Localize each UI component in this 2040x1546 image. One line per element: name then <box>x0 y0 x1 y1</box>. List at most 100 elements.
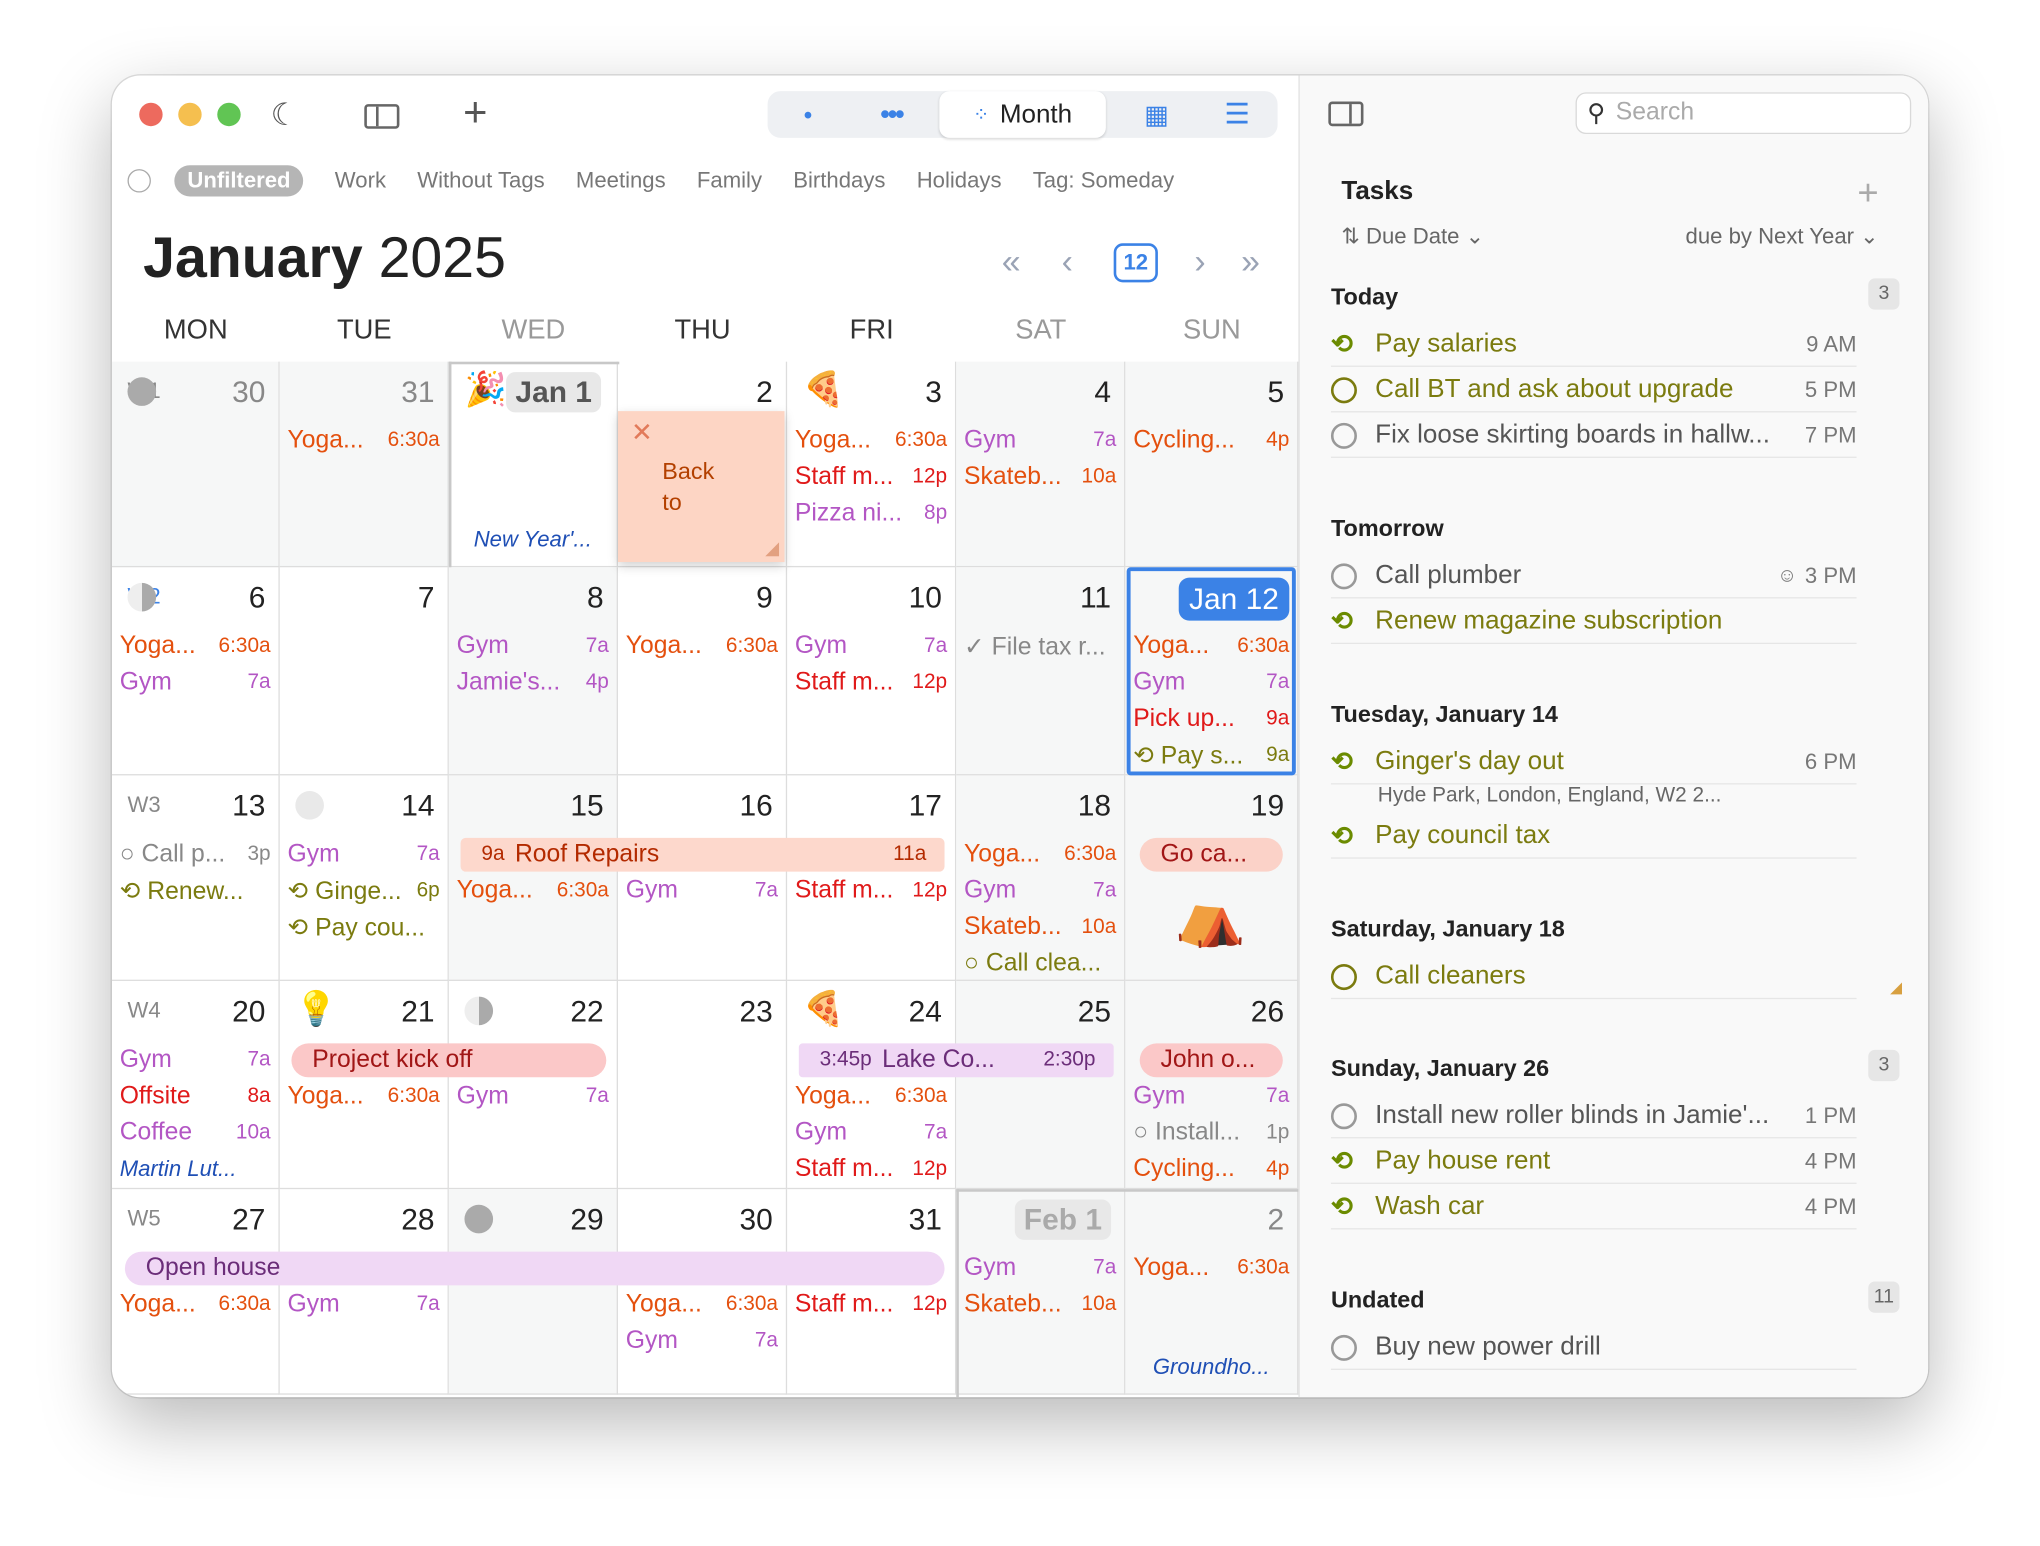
filter-meetings[interactable]: Meetings <box>576 168 666 194</box>
task-row[interactable]: ⟲ Renew magazine subscription <box>1330 600 1857 645</box>
calendar-event[interactable]: Pizza ni... 8p <box>795 497 947 531</box>
task-checkbox-icon[interactable] <box>1330 1334 1357 1361</box>
calendar-event[interactable]: Gym 7a <box>120 666 271 700</box>
day-cell[interactable]: 7 <box>279 567 449 776</box>
search-field[interactable]: ⚲ Search <box>1575 92 1912 135</box>
calendar-event[interactable]: Coffee 10a <box>120 1116 271 1150</box>
day-cell[interactable]: W4 20 Gym 7a Offsite 8a Coffee 10a Martin Lut... <box>111 980 280 1190</box>
task-checkbox-icon[interactable] <box>1330 1102 1357 1129</box>
calendar-event[interactable]: Martin Lut... <box>120 1153 271 1187</box>
recurring-task-icon[interactable]: ⟲ <box>1331 823 1357 849</box>
day-cell[interactable]: 18 Yoga... 6:30a Gym 7a Skateb... 10a ○ Call cl… <box>956 775 1126 981</box>
sticky-close-icon[interactable]: ✕ <box>631 416 653 449</box>
calendar-event[interactable]: Gym 7a <box>795 1116 947 1150</box>
event-roof-repairs[interactable]: 9a Roof Repairs 11a <box>460 837 945 872</box>
calendar-event[interactable]: ○ Call p... 3p <box>120 838 271 872</box>
day-cell[interactable]: 31 Staff m... 12p <box>787 1189 957 1395</box>
day-cell[interactable]: Feb 1 Gym 7a Skateb... 10a <box>956 1189 1126 1395</box>
day-cell[interactable]: W26Yoga...6:30aGym7a <box>111 567 280 776</box>
filter-tag-someday[interactable]: Tag: Someday <box>1033 168 1174 194</box>
day-cell[interactable]: 31 Yoga... 6:30a <box>279 361 449 568</box>
prev-year-button[interactable]: « <box>1002 242 1021 282</box>
range-menu[interactable]: due by Next Year ⌄ <box>1686 224 1879 250</box>
calendar-event[interactable]: ○ Call clea... <box>964 947 1116 980</box>
zoom-window-button[interactable] <box>217 102 241 127</box>
calendar-event[interactable]: Gym 7a <box>964 1252 1116 1286</box>
task-row[interactable]: Fix loose skirting boards in hallw... 7 P… <box>1330 414 1857 458</box>
task-row[interactable]: ⟲ Ginger's day out 6 PM <box>1330 740 1857 785</box>
day-cell[interactable]: 26 Gym 7a ○ Install... 1p Cycling... 4p <box>1125 980 1299 1190</box>
year-view-icon[interactable]: ▦ <box>1124 91 1189 138</box>
prev-month-button[interactable]: ‹ <box>1062 242 1073 282</box>
calendar-event[interactable]: Yoga... 6:30a <box>120 630 271 664</box>
calendar-event[interactable]: Yoga... 6:30a <box>1133 1252 1289 1286</box>
filter-holidays[interactable]: Holidays <box>917 168 1002 194</box>
calendar-event[interactable]: Gym 7a <box>795 630 947 664</box>
day-cell[interactable]: 8 Gym 7a Jamie's... 4p <box>448 567 618 776</box>
day-cell[interactable]: 22 Gym 7a <box>448 980 618 1190</box>
day-cell[interactable]: Jan 12 Yoga... 6:30a Gym 7a Pick up... 9a ⟲ Pay… <box>1125 567 1299 776</box>
day-cell[interactable]: W130 <box>111 361 280 568</box>
calendar-event[interactable]: ✓ File tax r... <box>964 630 1116 664</box>
day-cell[interactable]: 2 Yoga... 6:30a Groundho... <box>1125 1189 1299 1395</box>
day-cell[interactable]: 16 Gym 7a <box>617 775 788 981</box>
event-open-house[interactable]: Open house <box>124 1251 945 1286</box>
calendar-event[interactable]: Staff m... 12p <box>795 461 947 495</box>
close-window-button[interactable] <box>139 102 163 127</box>
filter-unfiltered[interactable]: Unfiltered <box>174 165 304 197</box>
task-row[interactable]: Buy new power drill <box>1330 1326 1857 1370</box>
calendar-event[interactable]: Groundho... <box>1133 1350 1289 1384</box>
calendar-event[interactable]: Gym 7a <box>964 874 1116 908</box>
calendar-event[interactable]: ⟲ Pay cou... <box>288 911 440 945</box>
moon-icon[interactable]: ☾ <box>271 98 299 133</box>
day-cell[interactable]: 14 Gym 7a ⟲ Ginge... 6p ⟲ Pay cou... <box>279 775 449 981</box>
task-row[interactable]: ⟲ Pay council tax <box>1330 814 1857 859</box>
event-lake-co[interactable]: 3:45p Lake Co... 2:30p <box>798 1043 1114 1078</box>
inspector-toggle-icon[interactable] <box>1328 101 1364 127</box>
filter-work[interactable]: Work <box>335 168 386 194</box>
calendar-event[interactable]: Pick up... 9a <box>1133 703 1289 737</box>
day-cell[interactable]: 🍕 24 Yoga... 6:30a Gym 7a Staff m... 12p <box>787 980 957 1190</box>
task-row[interactable]: Call BT and ask about upgrade 5 PM <box>1330 368 1857 413</box>
calendar-event[interactable]: Gym 7a <box>626 874 778 908</box>
day-cell[interactable]: 💡 21 Yoga... 6:30a <box>279 980 449 1190</box>
calendar-event[interactable]: Staff m... 12p <box>795 666 947 700</box>
task-row[interactable]: Call cleaners <box>1330 955 1857 1000</box>
week-view-icon[interactable]: ••• <box>859 91 924 138</box>
sticky-resize-icon[interactable]: ◢ <box>765 537 779 559</box>
list-view-icon[interactable]: ☰ <box>1205 91 1270 138</box>
minimize-window-button[interactable] <box>178 102 202 127</box>
calendar-event[interactable]: Yoga... 6:30a <box>964 838 1116 872</box>
task-row[interactable]: ⟲ Wash car 4 PM <box>1330 1185 1857 1230</box>
calendar-event[interactable]: Jamie's... 4p <box>457 666 609 700</box>
calendar-event[interactable]: Yoga... 6:30a <box>626 1288 778 1322</box>
next-year-button[interactable]: » <box>1241 242 1260 282</box>
day-cell[interactable]: 17 Staff m... 12p <box>787 775 957 981</box>
task-checkbox-icon[interactable] <box>1330 963 1357 990</box>
calendar-event[interactable]: Skateb... 10a <box>964 461 1116 495</box>
recurring-task-icon[interactable]: ⟲ <box>1331 331 1357 357</box>
day-cell[interactable]: 19 ⛺ <box>1125 775 1299 981</box>
day-cell[interactable]: 🍕 3 Yoga... 6:30a Staff m... 12p Pizza ni... 8p <box>787 361 957 568</box>
recurring-task-icon[interactable]: ⟲ <box>1331 1148 1357 1174</box>
calendar-event[interactable]: ⟲ Pay s... 9a <box>1133 739 1289 773</box>
filter-family[interactable]: Family <box>697 168 762 194</box>
day-cell[interactable]: 30 Yoga... 6:30a Gym 7a <box>617 1189 788 1395</box>
calendar-event[interactable]: Yoga... 6:30a <box>120 1288 271 1322</box>
month-view-button[interactable]: ⁘ Month <box>939 91 1106 138</box>
resize-handle-icon[interactable]: ◢ <box>1890 978 1902 996</box>
calendar-event[interactable]: ⟲ Renew... <box>120 874 271 908</box>
sticky-note[interactable]: ✕ Back to ◢ <box>617 411 785 563</box>
event-john[interactable]: John o... <box>1139 1043 1283 1078</box>
calendar-event[interactable]: Gym 7a <box>964 424 1116 458</box>
day-cell[interactable]: 23 <box>617 980 788 1190</box>
calendar-event[interactable]: Gym 7a <box>626 1324 778 1358</box>
calendar-event[interactable]: Yoga... 6:30a <box>288 424 440 458</box>
event-go-camping[interactable]: Go ca... <box>1139 837 1283 872</box>
day-cell[interactable]: 🎉 Jan 1 New Year'... <box>448 361 618 568</box>
calendar-event[interactable]: Staff m... 12p <box>795 874 947 908</box>
calendar-event[interactable]: Gym 7a <box>457 630 609 664</box>
calendar-event[interactable]: Cycling... 4p <box>1133 424 1289 458</box>
calendar-event[interactable]: Staff m... 12p <box>795 1153 947 1187</box>
day-cell[interactable]: 11 ✓ File tax r... <box>956 567 1126 776</box>
